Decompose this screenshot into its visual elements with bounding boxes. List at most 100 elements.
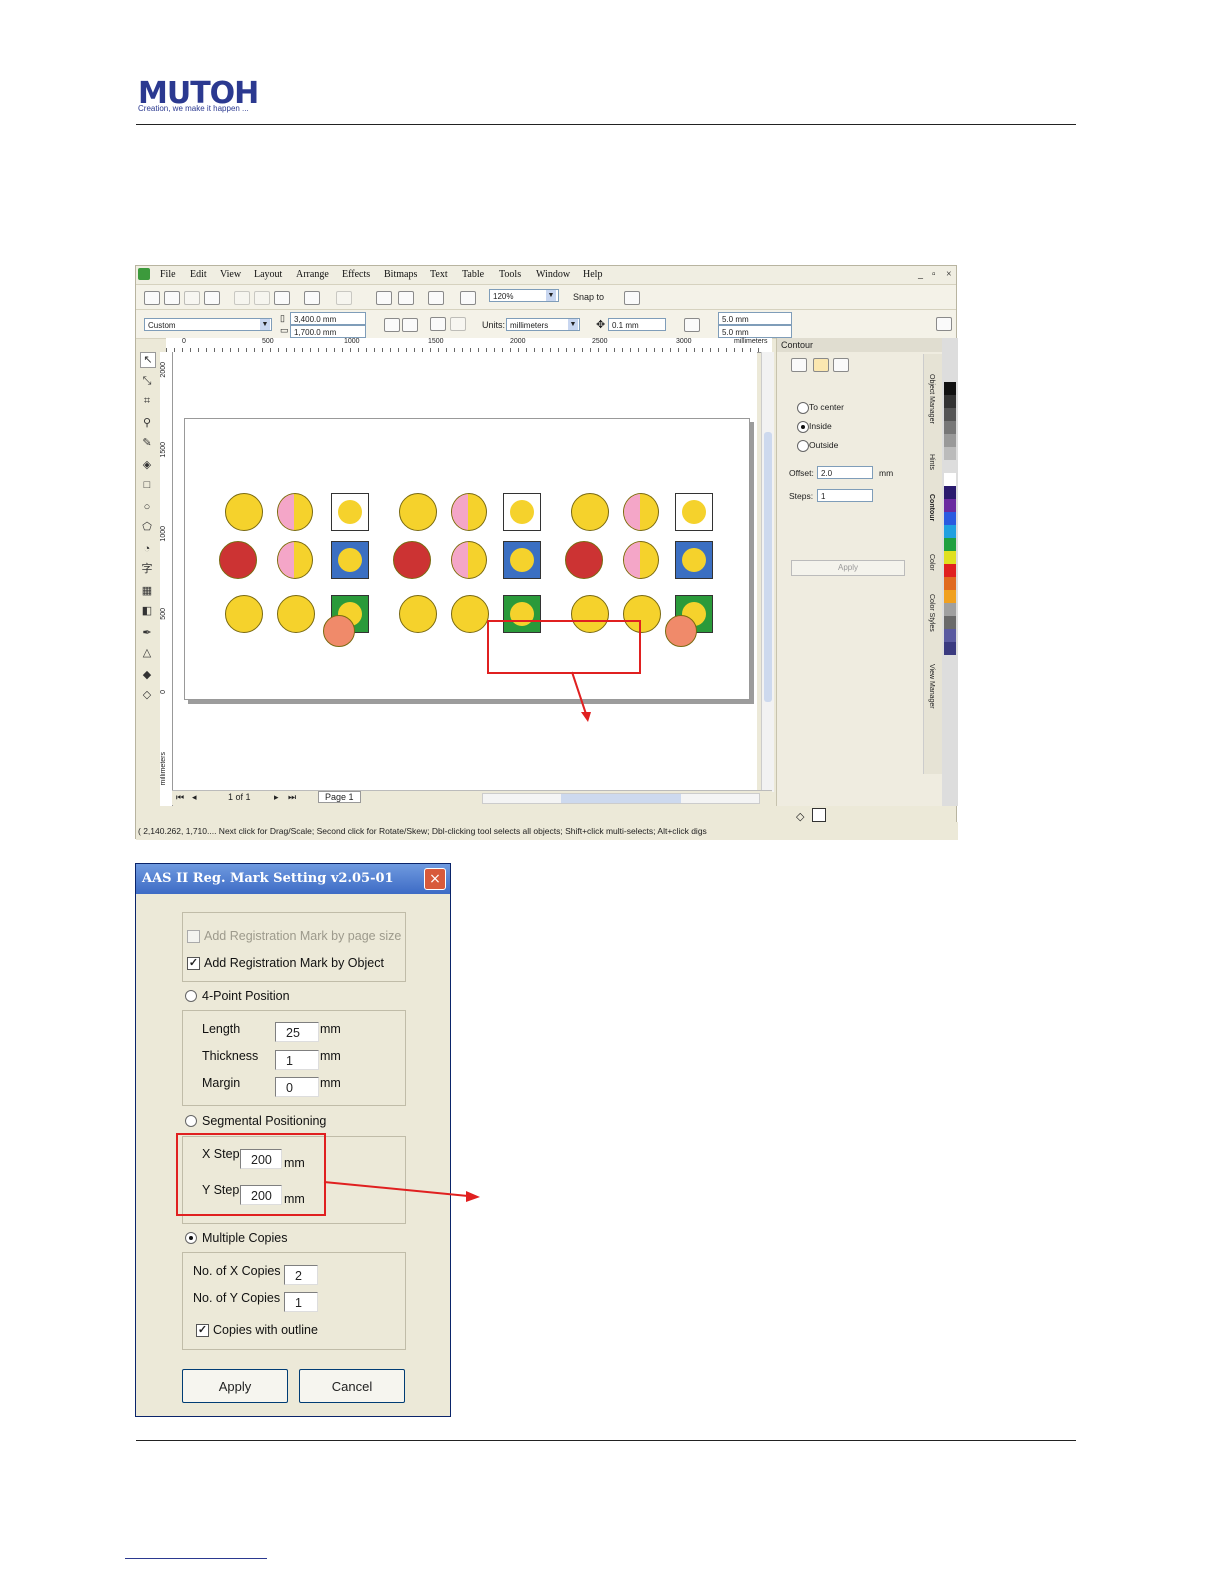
close-window-button[interactable]: ×	[946, 269, 952, 280]
artwork-object[interactable]	[331, 541, 369, 579]
import-icon[interactable]	[376, 291, 392, 305]
thickness-field[interactable]: 1	[275, 1050, 319, 1070]
next-page-icon[interactable]: ▸	[274, 792, 279, 803]
artwork-object[interactable]	[323, 615, 355, 647]
color-swatch[interactable]	[944, 603, 956, 616]
color-swatch[interactable]	[944, 629, 956, 642]
interactive-blend-icon[interactable]: ◧	[140, 604, 154, 618]
landscape-icon[interactable]	[402, 318, 418, 332]
duplicate-y-field[interactable]: 5.0 mm	[718, 325, 792, 338]
contour-apply-button[interactable]: Apply	[791, 560, 905, 576]
zoom-dropdown-arrow[interactable]: ▼	[546, 290, 556, 301]
menu-table[interactable]: Table	[462, 269, 484, 280]
page-height-field[interactable]: 1,700.0 mm	[290, 325, 366, 338]
artwork-object[interactable]	[277, 541, 313, 579]
outline-checkbox[interactable]: ✓	[196, 1324, 209, 1337]
by-object-checkbox[interactable]: ✓	[187, 957, 200, 970]
menu-view[interactable]: View	[220, 269, 241, 280]
tab-page-1[interactable]: Page 1	[318, 791, 361, 803]
page-width-field[interactable]: 3,400.0 mm	[290, 312, 366, 325]
artwork-object[interactable]	[277, 595, 315, 633]
radio-outside[interactable]	[797, 440, 809, 452]
multiple-copies-radio[interactable]	[185, 1232, 197, 1244]
pick-tool-icon[interactable]: ↖	[140, 352, 156, 368]
redo-icon[interactable]	[336, 291, 352, 305]
tab-view-manager[interactable]: View Manager	[928, 664, 935, 709]
page-size-checkbox[interactable]	[187, 930, 200, 943]
artwork-object[interactable]	[399, 595, 437, 633]
artwork-object[interactable]	[399, 493, 437, 531]
shape-tool-icon[interactable]: ⤡	[140, 374, 154, 388]
tab-color-styles[interactable]: Color Styles	[928, 594, 935, 632]
artwork-object[interactable]	[331, 493, 369, 531]
radio-inside[interactable]	[797, 421, 809, 433]
menu-bitmaps[interactable]: Bitmaps	[384, 269, 417, 280]
artwork-object[interactable]	[675, 493, 713, 531]
save-icon[interactable]	[184, 291, 200, 305]
page-preset-dropdown-arrow[interactable]: ▼	[260, 319, 270, 330]
last-page-icon[interactable]: ⏭	[288, 792, 296, 803]
polygon-tool-icon[interactable]: ⬠	[140, 520, 154, 534]
artwork-object[interactable]	[225, 595, 263, 633]
cancel-button[interactable]: Cancel	[299, 1369, 405, 1403]
crop-tool-icon[interactable]: ⌗	[140, 394, 154, 408]
cut-icon[interactable]	[234, 291, 250, 305]
artwork-object[interactable]	[451, 541, 487, 579]
freehand-tool-icon[interactable]: ✎	[140, 436, 154, 450]
artwork-object[interactable]	[451, 595, 489, 633]
export-icon[interactable]	[398, 291, 414, 305]
color-swatch[interactable]	[944, 538, 956, 551]
color-swatch[interactable]	[944, 460, 956, 473]
menu-text[interactable]: Text	[430, 269, 448, 280]
tab-hints[interactable]: Hints	[928, 454, 935, 470]
color-swatch[interactable]	[944, 473, 956, 486]
print-icon[interactable]	[204, 291, 220, 305]
artwork-object[interactable]	[393, 541, 431, 579]
menu-edit[interactable]: Edit	[190, 269, 207, 280]
options-icon[interactable]	[624, 291, 640, 305]
close-icon[interactable]: ×	[424, 868, 446, 890]
contour-to-center-icon[interactable]	[791, 358, 807, 372]
color-swatch[interactable]	[944, 434, 956, 447]
xstep-field[interactable]: 200	[240, 1149, 282, 1169]
undo-icon[interactable]	[304, 291, 320, 305]
steps-field[interactable]: 1	[817, 489, 873, 502]
portrait-icon[interactable]	[384, 318, 400, 332]
eyedropper-tool-icon[interactable]: ✒	[140, 626, 154, 640]
welcome-screen-icon[interactable]	[460, 291, 476, 305]
margin-field[interactable]: 0	[275, 1077, 319, 1097]
artwork-object[interactable]	[665, 615, 697, 647]
copy-icon[interactable]	[254, 291, 270, 305]
snap-to-menu[interactable]: Snap to	[573, 292, 604, 302]
color-swatch[interactable]	[944, 525, 956, 538]
color-swatch[interactable]	[944, 564, 956, 577]
new-icon[interactable]	[144, 291, 160, 305]
fill-tool-icon[interactable]: ◆	[140, 668, 154, 682]
color-swatch[interactable]	[944, 642, 956, 655]
scroll-thumb[interactable]	[764, 432, 772, 702]
restore-button[interactable]: ▫	[932, 269, 936, 280]
menu-window[interactable]: Window	[536, 269, 570, 280]
prev-page-icon[interactable]: ◂	[192, 792, 197, 803]
outline-tool-icon[interactable]: △	[140, 646, 154, 660]
ycopies-field[interactable]: 1	[284, 1292, 318, 1312]
color-swatch[interactable]	[944, 551, 956, 564]
color-swatch[interactable]	[944, 395, 956, 408]
four-point-radio[interactable]	[185, 990, 197, 1002]
menu-effects[interactable]: Effects	[342, 269, 370, 280]
contour-inside-icon[interactable]	[813, 358, 829, 372]
first-page-icon[interactable]: ⏮	[176, 792, 184, 803]
artwork-object[interactable]	[277, 493, 313, 531]
color-swatch[interactable]	[944, 447, 956, 460]
contour-outside-icon[interactable]	[833, 358, 849, 372]
page-preset-field[interactable]: Custom	[144, 318, 272, 331]
menu-layout[interactable]: Layout	[254, 269, 282, 280]
lock-icon[interactable]	[936, 317, 952, 331]
tab-contour[interactable]: Contour	[928, 494, 935, 521]
duplicate-x-field[interactable]: 5.0 mm	[718, 312, 792, 325]
menu-arrange[interactable]: Arrange	[296, 269, 329, 280]
color-swatch[interactable]	[944, 408, 956, 421]
artwork-object[interactable]	[225, 493, 263, 531]
color-swatch[interactable]	[944, 512, 956, 525]
menu-file[interactable]: File	[160, 269, 176, 280]
